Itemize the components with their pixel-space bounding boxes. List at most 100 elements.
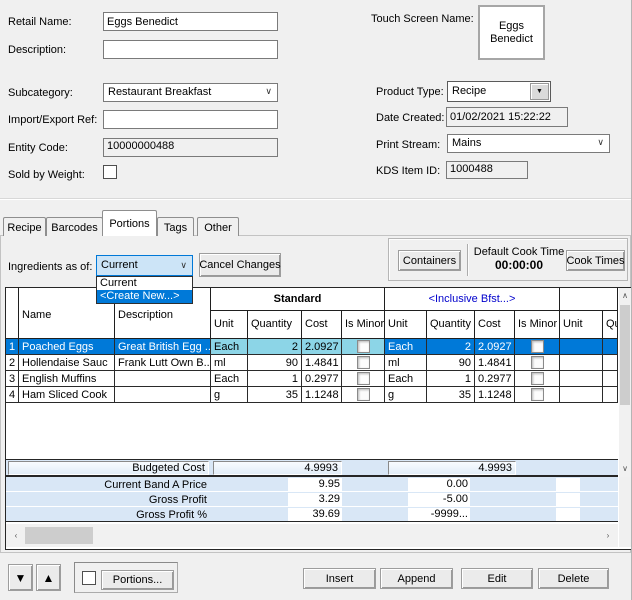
edit-button[interactable]: Edit (461, 568, 533, 589)
inc-quantity-cell[interactable]: 1 (427, 371, 475, 387)
vertical-scrollbar[interactable]: ∧ ∨ (619, 288, 631, 477)
description-cell[interactable]: Great British Egg ... (115, 339, 211, 355)
name-cell[interactable]: Ham Sliced Cook (19, 387, 115, 403)
third-unit-cell[interactable] (560, 387, 603, 403)
inc-quantity-cell[interactable]: 35 (427, 387, 475, 403)
checkbox-unchecked[interactable] (531, 372, 544, 385)
header-inc-cost[interactable]: Cost (475, 311, 515, 339)
portions-checkbox[interactable] (82, 571, 96, 585)
inc-unit-cell[interactable]: Each (385, 371, 427, 387)
dropdown-arrow-icon[interactable]: ▼ (530, 83, 549, 100)
inc-is-minor-cell[interactable] (515, 339, 560, 355)
std-quantity-cell[interactable]: 35 (248, 387, 302, 403)
sold-by-weight-checkbox[interactable] (103, 165, 117, 179)
third-quantity-cell[interactable] (603, 355, 618, 371)
inc-cost-cell[interactable]: 1.4841 (475, 355, 515, 371)
third-unit-cell[interactable] (560, 371, 603, 387)
horizontal-scrollbar[interactable]: ‹ › (6, 524, 618, 547)
std-is-minor-cell[interactable] (342, 371, 385, 387)
scroll-right-icon[interactable]: › (600, 527, 616, 544)
checkbox-unchecked[interactable] (357, 372, 370, 385)
append-button[interactable]: Append (380, 568, 453, 589)
table-row[interactable]: 3 English Muffins Each 1 0.2977 Each 1 0… (6, 371, 618, 387)
std-is-minor-cell[interactable] (342, 339, 385, 355)
checkbox-unchecked[interactable] (357, 340, 370, 353)
std-unit-cell[interactable]: ml (211, 355, 248, 371)
inc-is-minor-cell[interactable] (515, 387, 560, 403)
checkbox-unchecked[interactable] (531, 340, 544, 353)
header-std-cost[interactable]: Cost (302, 311, 342, 339)
std-cost-cell[interactable]: 0.2977 (302, 371, 342, 387)
move-up-button[interactable]: ▲ (36, 564, 61, 591)
touch-screen-name-box[interactable]: Eggs Benedict (478, 5, 545, 60)
retail-name-input[interactable] (103, 12, 278, 31)
band-price-third-value[interactable] (556, 478, 580, 491)
scroll-left-icon[interactable]: ‹ (8, 527, 24, 544)
std-quantity-cell[interactable]: 90 (248, 355, 302, 371)
header-inc-is-minor[interactable]: Is Minor (515, 311, 560, 339)
import-export-ref-input[interactable] (103, 110, 278, 129)
inc-is-minor-cell[interactable] (515, 355, 560, 371)
std-quantity-cell[interactable]: 2 (248, 339, 302, 355)
header-third-quantity[interactable]: Quantity (603, 311, 618, 339)
ingredients-as-of-select[interactable]: Current ∨ (96, 255, 193, 276)
band-price-standard-value[interactable]: 9.95 (288, 478, 342, 491)
description-cell[interactable] (115, 371, 211, 387)
checkbox-unchecked[interactable] (357, 388, 370, 401)
portions-button[interactable]: Portions... (101, 570, 174, 590)
std-unit-cell[interactable]: Each (211, 371, 248, 387)
description-cell[interactable]: Frank Lutt Own B... (115, 355, 211, 371)
third-quantity-cell[interactable] (603, 339, 618, 355)
name-cell[interactable]: Hollendaise Sauc (19, 355, 115, 371)
insert-button[interactable]: Insert (303, 568, 376, 589)
description-input[interactable] (103, 40, 278, 59)
print-stream-select[interactable]: Mains ∨ (447, 134, 610, 153)
cancel-changes-button[interactable]: Cancel Changes (199, 253, 281, 277)
std-unit-cell[interactable]: Each (211, 339, 248, 355)
inc-unit-cell[interactable]: ml (385, 355, 427, 371)
checkbox-unchecked[interactable] (357, 356, 370, 369)
header-std-unit[interactable]: Unit (211, 311, 248, 339)
third-quantity-cell[interactable] (603, 387, 618, 403)
product-type-select[interactable]: Recipe ▼ (447, 81, 551, 102)
group-header-inclusive-bfst[interactable]: <Inclusive Bfst...> (385, 288, 560, 311)
std-unit-cell[interactable]: g (211, 387, 248, 403)
std-cost-cell[interactable]: 1.1248 (302, 387, 342, 403)
cook-times-button[interactable]: Cook Times (566, 250, 625, 271)
move-down-button[interactable]: ▼ (8, 564, 33, 591)
dropdown-option-current[interactable]: Current (97, 277, 192, 290)
std-cost-cell[interactable]: 2.0927 (302, 339, 342, 355)
checkbox-unchecked[interactable] (531, 388, 544, 401)
inc-unit-cell[interactable]: Each (385, 339, 427, 355)
subcategory-select[interactable]: Restaurant Breakfast ∨ (103, 83, 278, 102)
name-cell[interactable]: Poached Eggs (19, 339, 115, 355)
third-unit-cell[interactable] (560, 339, 603, 355)
inc-unit-cell[interactable]: g (385, 387, 427, 403)
table-row[interactable]: 4 Ham Sliced Cook g 35 1.1248 g 35 1.124… (6, 387, 618, 403)
header-std-quantity[interactable]: Quantity (248, 311, 302, 339)
header-inc-unit[interactable]: Unit (385, 311, 427, 339)
inc-cost-cell[interactable]: 0.2977 (475, 371, 515, 387)
header-third-unit[interactable]: Unit (560, 311, 603, 339)
checkbox-unchecked[interactable] (531, 356, 544, 369)
third-quantity-cell[interactable] (603, 371, 618, 387)
tab-tags[interactable]: Tags (157, 217, 194, 236)
inc-cost-cell[interactable]: 1.1248 (475, 387, 515, 403)
std-is-minor-cell[interactable] (342, 355, 385, 371)
std-cost-cell[interactable]: 1.4841 (302, 355, 342, 371)
group-header-standard[interactable]: Standard (211, 288, 385, 311)
std-is-minor-cell[interactable] (342, 387, 385, 403)
name-cell[interactable]: English Muffins (19, 371, 115, 387)
scroll-down-icon[interactable]: ∨ (619, 461, 631, 477)
description-cell[interactable] (115, 387, 211, 403)
tab-other[interactable]: Other (197, 217, 239, 236)
tab-recipe[interactable]: Recipe (3, 217, 46, 236)
table-row[interactable]: 1 Poached Eggs Great British Egg ... Eac… (6, 339, 618, 355)
containers-button[interactable]: Containers (398, 250, 461, 271)
third-unit-cell[interactable] (560, 355, 603, 371)
vertical-scroll-thumb[interactable] (620, 305, 630, 405)
inc-quantity-cell[interactable]: 2 (427, 339, 475, 355)
tab-portions[interactable]: Portions (102, 210, 157, 236)
horizontal-scroll-thumb[interactable] (25, 527, 93, 544)
std-quantity-cell[interactable]: 1 (248, 371, 302, 387)
